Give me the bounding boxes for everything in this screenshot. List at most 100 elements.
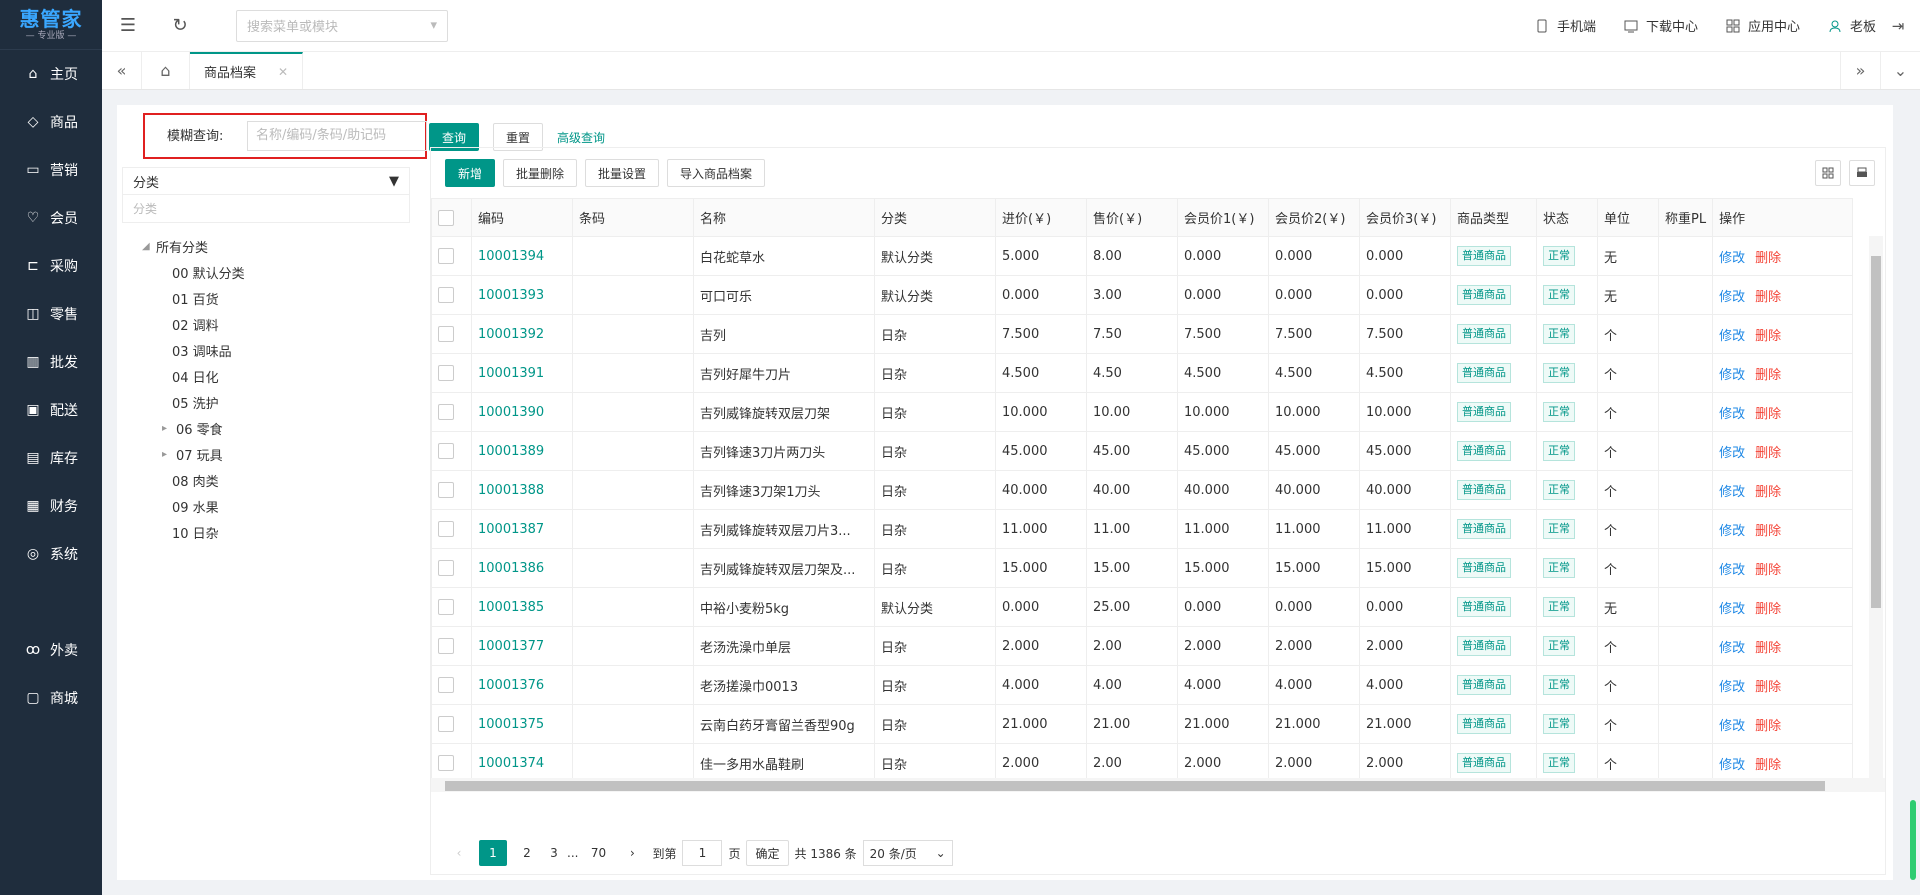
vertical-scroll-thumb[interactable] bbox=[1871, 256, 1881, 608]
row-checkbox[interactable] bbox=[438, 482, 454, 498]
tabs-scroll-left-icon[interactable]: « bbox=[102, 52, 142, 89]
delete-link[interactable]: 删除 bbox=[1755, 719, 1781, 734]
logo[interactable]: 惠管家 — 专业版 — bbox=[0, 0, 102, 50]
delete-link[interactable]: 删除 bbox=[1755, 485, 1781, 500]
select-all-cell[interactable] bbox=[431, 198, 472, 237]
sidebar-item-inventory[interactable]: ▤ 库存 bbox=[0, 434, 102, 482]
table-row[interactable]: 10001388 吉列锋速3刀架1刀头 日杂 40.000 40.00 40.000 40.… bbox=[431, 470, 1854, 510]
sidebar-item-home[interactable]: ⌂ 主页 bbox=[0, 50, 102, 98]
page-size-select[interactable]: 20 条/页 ⌄ bbox=[862, 840, 953, 866]
row-checkbox[interactable] bbox=[438, 677, 454, 693]
column-header[interactable]: 名称 bbox=[693, 198, 875, 237]
edit-link[interactable]: 修改 bbox=[1719, 485, 1745, 500]
goto-confirm-button[interactable]: 确定 bbox=[746, 840, 789, 866]
sidebar-item-box[interactable]: ◇ 商品 bbox=[0, 98, 102, 146]
cell-code[interactable]: 10001377 bbox=[471, 626, 573, 666]
prev-page-icon[interactable]: ‹ bbox=[445, 840, 473, 866]
row-checkbox[interactable] bbox=[438, 716, 454, 732]
row-checkbox[interactable] bbox=[438, 755, 454, 771]
row-select-cell[interactable] bbox=[431, 314, 472, 354]
delete-link[interactable]: 删除 bbox=[1755, 446, 1781, 461]
table-row[interactable]: 10001394 白花蛇草水 默认分类 5.000 8.00 0.000 0.000 0.00… bbox=[431, 236, 1854, 276]
cell-code[interactable]: 10001385 bbox=[471, 587, 573, 627]
tree-node[interactable]: 01 百货 bbox=[142, 285, 410, 311]
cell-code[interactable]: 10001374 bbox=[471, 743, 573, 783]
sidebar-item-finance[interactable]: ▦ 财务 bbox=[0, 482, 102, 530]
delete-link[interactable]: 删除 bbox=[1755, 563, 1781, 578]
row-select-cell[interactable] bbox=[431, 392, 472, 432]
cell-code[interactable]: 10001386 bbox=[471, 548, 573, 588]
page-2[interactable]: 2 bbox=[513, 840, 541, 866]
columns-icon[interactable] bbox=[1815, 160, 1841, 186]
row-checkbox[interactable] bbox=[438, 443, 454, 459]
delete-link[interactable]: 删除 bbox=[1755, 680, 1781, 695]
edit-link[interactable]: 修改 bbox=[1719, 680, 1745, 695]
cell-code[interactable]: 10001389 bbox=[471, 431, 573, 471]
row-checkbox[interactable] bbox=[438, 521, 454, 537]
cell-code[interactable]: 10001376 bbox=[471, 665, 573, 705]
cell-code[interactable]: 10001391 bbox=[471, 353, 573, 393]
table-row[interactable]: 10001392 吉列 日杂 7.500 7.50 7.500 7.500 7.500 普通商品… bbox=[431, 314, 1854, 354]
row-select-cell[interactable] bbox=[431, 236, 472, 276]
sidebar-item-takeout[interactable]: ꝏ 外卖 bbox=[0, 626, 102, 674]
cell-code[interactable]: 10001394 bbox=[471, 236, 573, 276]
delete-link[interactable]: 删除 bbox=[1755, 368, 1781, 383]
sidebar-item-wholesale[interactable]: ▥ 批发 bbox=[0, 338, 102, 386]
logout-icon[interactable]: ⇥ bbox=[1876, 0, 1920, 52]
row-select-cell[interactable] bbox=[431, 431, 472, 471]
page-3[interactable]: 3 bbox=[547, 840, 561, 866]
column-header[interactable]: 进价(￥) bbox=[995, 198, 1087, 237]
column-header[interactable]: 状态 bbox=[1536, 198, 1598, 237]
tree-node[interactable]: 05 洗护 bbox=[142, 389, 410, 415]
delete-link[interactable]: 删除 bbox=[1755, 758, 1781, 773]
batch-set-button[interactable]: 批量设置 bbox=[585, 159, 660, 187]
column-header[interactable]: 会员价2(￥) bbox=[1268, 198, 1360, 237]
sidebar-item-delivery[interactable]: ▣ 配送 bbox=[0, 386, 102, 434]
edit-link[interactable]: 修改 bbox=[1719, 368, 1745, 383]
table-row[interactable]: 10001391 吉列好犀牛刀片 日杂 4.500 4.50 4.500 4.500 4.50… bbox=[431, 353, 1854, 393]
cell-code[interactable]: 10001393 bbox=[471, 275, 573, 315]
edit-link[interactable]: 修改 bbox=[1719, 602, 1745, 617]
edit-link[interactable]: 修改 bbox=[1719, 524, 1745, 539]
table-row[interactable]: 10001386 吉列威锋旋转双层刀架及... 日杂 15.000 15.00 15.00… bbox=[431, 548, 1854, 588]
delete-link[interactable]: 删除 bbox=[1755, 407, 1781, 422]
menu-search-select[interactable]: 搜索菜单或模块 ▾ bbox=[236, 9, 448, 42]
tree-node[interactable]: 09 水果 bbox=[142, 493, 410, 519]
tabs-menu-icon[interactable]: ⌄ bbox=[1880, 52, 1920, 89]
edit-link[interactable]: 修改 bbox=[1719, 290, 1745, 305]
column-header[interactable]: 会员价1(￥) bbox=[1177, 198, 1269, 237]
row-select-cell[interactable] bbox=[431, 626, 472, 666]
cell-code[interactable]: 10001375 bbox=[471, 704, 573, 744]
table-row[interactable]: 10001390 吉列威锋旋转双层刀架 日杂 10.000 10.00 10.000 10.… bbox=[431, 392, 1854, 432]
column-header[interactable]: 编码 bbox=[471, 198, 573, 237]
cell-code[interactable]: 10001392 bbox=[471, 314, 573, 354]
tree-node[interactable]: 03 调味品 bbox=[142, 337, 410, 363]
vertical-scrollbar[interactable] bbox=[1869, 236, 1883, 788]
cell-code[interactable]: 10001390 bbox=[471, 392, 573, 432]
row-select-cell[interactable] bbox=[431, 275, 472, 315]
sidebar-item-system[interactable]: ◎ 系统 bbox=[0, 530, 102, 578]
tree-node[interactable]: 04 日化 bbox=[142, 363, 410, 389]
row-select-cell[interactable] bbox=[431, 353, 472, 393]
edit-link[interactable]: 修改 bbox=[1719, 719, 1745, 734]
delete-link[interactable]: 删除 bbox=[1755, 329, 1781, 344]
import-button[interactable]: 导入商品档案 bbox=[667, 159, 766, 187]
row-checkbox[interactable] bbox=[438, 560, 454, 576]
page-last[interactable]: 70 bbox=[584, 840, 612, 866]
tree-collapsed-icon[interactable]: ▸ bbox=[162, 449, 176, 460]
tree-expanded-icon[interactable]: ◢ bbox=[142, 241, 156, 252]
tree-node[interactable]: ▸ 07 玩具 bbox=[142, 441, 410, 467]
row-checkbox[interactable] bbox=[438, 638, 454, 654]
table-row[interactable]: 10001385 中裕小麦粉5kg 默认分类 0.000 25.00 0.000 0.000… bbox=[431, 587, 1854, 627]
delete-link[interactable]: 删除 bbox=[1755, 524, 1781, 539]
column-header[interactable]: 分类 bbox=[874, 198, 996, 237]
tree-node[interactable]: ▸ 06 零食 bbox=[142, 415, 410, 441]
app-center-link[interactable]: 应用中心 bbox=[1726, 16, 1800, 35]
home-tab-icon[interactable]: ⌂ bbox=[142, 52, 190, 89]
edit-link[interactable]: 修改 bbox=[1719, 407, 1745, 422]
print-icon[interactable] bbox=[1849, 160, 1875, 186]
menu-toggle-icon[interactable]: ☰ bbox=[102, 0, 154, 52]
tree-node[interactable]: 10 日杂 bbox=[142, 519, 410, 545]
table-row[interactable]: 10001374 佳一多用水晶鞋刷 日杂 2.000 2.00 2.000 2.000 2.0… bbox=[431, 743, 1854, 783]
edit-link[interactable]: 修改 bbox=[1719, 251, 1745, 266]
